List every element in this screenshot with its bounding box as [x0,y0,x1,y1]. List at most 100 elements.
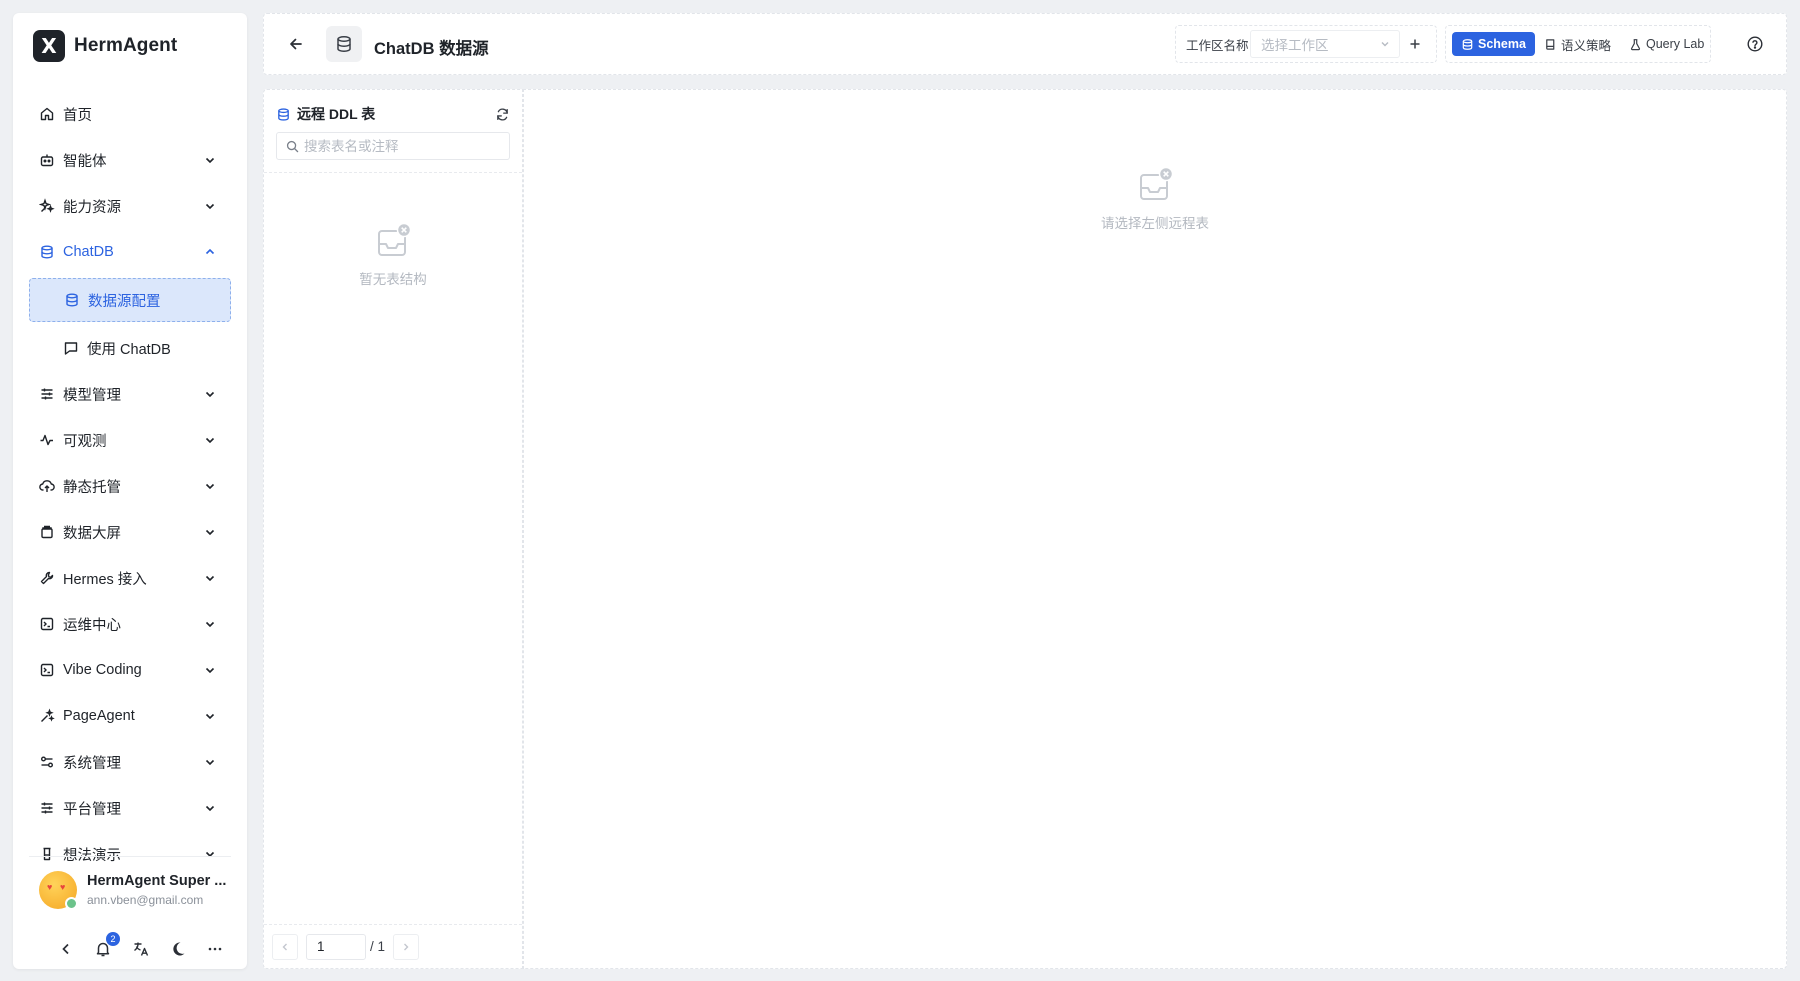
language-button[interactable] [132,940,150,958]
tab-query-lab[interactable]: Query Lab [1620,32,1713,56]
sidebar-menu: 首页 智能体 能力资源 ChatDB 数据源配置 使用 ChatDB 模型管理 … [29,91,231,877]
sidebar-item-hermes[interactable]: Hermes 接入 [29,555,231,601]
workspace-label: 工作区名称 [1186,38,1249,53]
sidebar-item-label: 模型管理 [63,387,121,404]
sidebar-item-label: 想法演示 [63,847,121,864]
sidebar-subitem-label: 数据源配置 [88,293,161,310]
sidebar-item-label: 能力资源 [63,199,121,216]
collapse-sidebar-button[interactable] [57,940,75,958]
workspace-select[interactable]: 选择工作区 [1250,30,1400,58]
sidebar-item-label: 平台管理 [63,801,121,818]
terminal-icon [40,617,54,631]
table-search-field[interactable] [276,132,510,160]
sidebar-item-agents[interactable]: 智能体 [29,137,231,183]
empty-state: 请选择左侧远程表 [524,166,1786,232]
sliders-icon [41,388,53,400]
sparkles-icon [39,198,55,213]
terminal-icon [40,663,54,677]
avatar[interactable]: ♥ ♥ [39,871,78,910]
heart-eye-icon: ♥ [60,882,66,892]
cloud-upload-icon [39,480,55,492]
refresh-button[interactable] [495,107,510,122]
sidebar-item-observability[interactable]: 可观测 [29,417,231,463]
help-button[interactable] [1746,35,1764,53]
sidebar-item-ops-center[interactable]: 运维中心 [29,601,231,647]
sidebar-subitem-datasource-config[interactable]: 数据源配置 [29,278,231,322]
chevron-down-icon [205,575,215,582]
add-workspace-button[interactable] [1400,30,1430,58]
sidebar-item-pageagent[interactable]: PageAgent [29,693,231,739]
pagination: 1 / 1 [264,924,522,968]
user-email: ann.vben@gmail.com [87,893,204,907]
moon-icon [173,942,185,956]
arrow-left-icon [290,38,302,50]
prev-page-button[interactable] [272,933,298,960]
sidebar-divider [29,856,231,857]
database-icon [41,245,53,259]
tab-schema[interactable]: Schema [1452,32,1535,56]
page-title: ChatDB 数据源 [374,40,489,58]
sidebar-item-label: PageAgent [63,708,135,724]
sidebar-item-label: 智能体 [63,153,107,170]
user-name: HermAgent Super ... [87,873,227,889]
chevron-up-icon [205,248,215,255]
empty-inbox-icon [1140,166,1174,200]
sidebar-item-label: ChatDB [63,244,114,260]
plus-icon [1410,39,1420,49]
chat-icon [64,342,78,355]
sidebar-item-capabilities[interactable]: 能力资源 [29,183,231,229]
tab-label: 语义策略 [1560,38,1611,53]
sidebar-item-home[interactable]: 首页 [29,91,231,137]
settings-toggle-icon [41,756,53,768]
search-icon [286,140,299,152]
page-number-input[interactable]: 1 [306,933,366,960]
database-icon [278,107,289,121]
tab-semantic-policy[interactable]: 语义策略 [1535,32,1620,56]
back-button[interactable] [286,34,306,54]
notifications-button[interactable]: 2 [94,932,120,958]
sidebar-subitem-use-chatdb[interactable]: 使用 ChatDB [29,325,231,371]
next-page-button[interactable] [393,933,420,960]
online-status-dot [65,897,78,910]
home-icon [40,107,54,121]
chevron-down-icon [205,157,215,164]
magic-wand-icon [41,708,55,722]
remote-ddl-panel-header: 远程 DDL 表 [276,104,510,124]
sidebar-item-label: 系统管理 [63,755,121,772]
sidebar-item-platform-management[interactable]: 平台管理 [29,785,231,831]
chevron-down-icon [205,483,215,490]
sidebar-item-data-screen[interactable]: 数据大屏 [29,509,231,555]
sidebar: X HermAgent 首页 智能体 能力资源 ChatDB 数据源配置 使用 … [13,13,247,969]
theme-toggle-button[interactable] [169,940,187,958]
sidebar-item-chatdb[interactable]: ChatDB [29,229,231,275]
user-profile[interactable]: ♥ ♥ HermAgent Super ... ann.vben@gmail.c… [39,871,235,910]
table-search-input[interactable] [304,138,509,154]
sidebar-item-label: 静态托管 [63,479,121,496]
tab-label: Schema [1478,37,1526,51]
empty-state-text: 暂无表结构 [359,272,427,287]
more-button[interactable] [206,940,224,958]
panel-title: 远程 DDL 表 [297,106,376,122]
notification-badge: 2 [106,932,120,946]
more-horizontal-icon [208,947,222,951]
sidebar-item-model-management[interactable]: 模型管理 [29,371,231,417]
flask-icon [1630,38,1641,50]
sidebar-item-static-hosting[interactable]: 静态托管 [29,463,231,509]
brand-name: HermAgent [74,35,178,56]
chevron-down-icon [205,713,215,720]
chevron-down-icon [205,391,215,398]
brand[interactable]: X HermAgent [33,30,177,62]
chevron-down-icon [205,529,215,536]
chevron-down-icon [205,203,215,210]
translate-icon [134,942,149,956]
database-icon [337,36,351,52]
chevron-left-icon [282,943,287,950]
sidebar-item-label: 数据大屏 [63,525,121,542]
sidebar-item-system-management[interactable]: 系统管理 [29,739,231,785]
sidebar-item-label: 首页 [63,107,92,124]
workspace-selector-group: 工作区名称 选择工作区 [1175,25,1437,63]
chevron-down-icon [205,805,215,812]
empty-state: 暂无表结构 [264,222,522,288]
activity-icon [40,434,53,446]
sidebar-item-vibe-coding[interactable]: Vibe Coding [29,647,231,693]
